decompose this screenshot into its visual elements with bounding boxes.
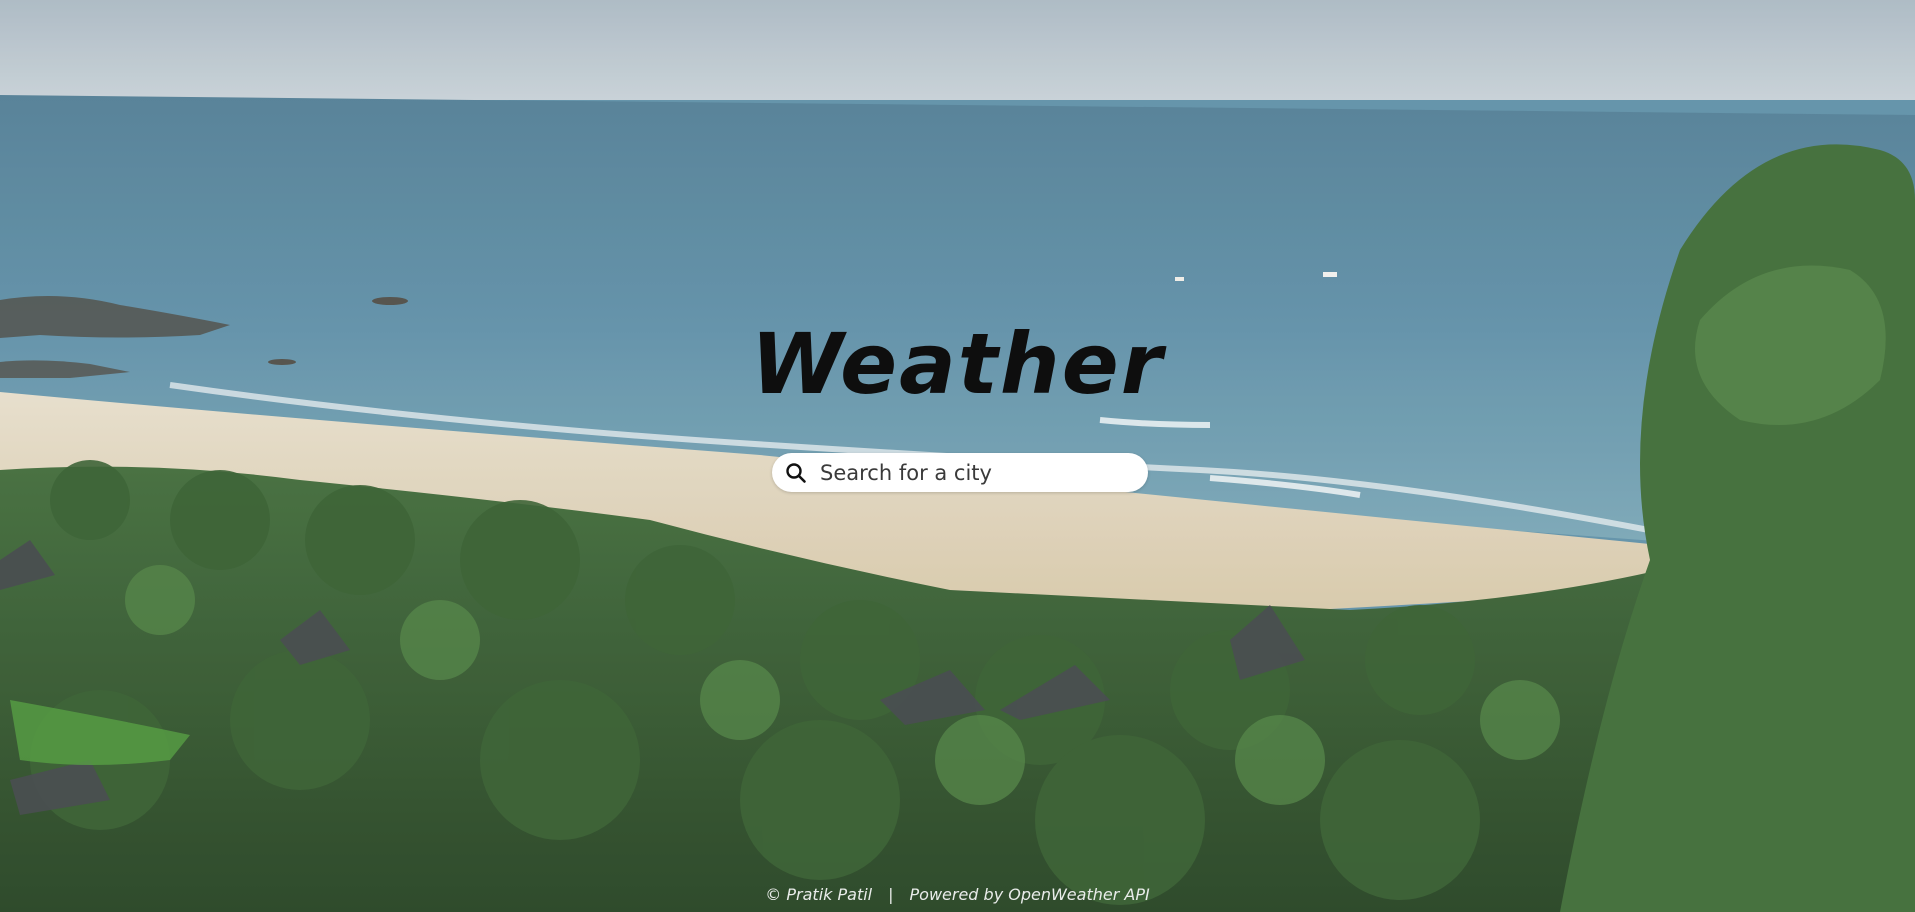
footer-credit: © Pratik Patil	[765, 885, 873, 904]
footer: © Pratik Patil | Powered by OpenWeather AP…	[0, 885, 1915, 904]
search-icon[interactable]	[784, 461, 808, 485]
app-title: Weather	[750, 315, 1165, 413]
search-input[interactable]	[820, 457, 1120, 488]
footer-separator: |	[888, 885, 894, 904]
app-root: Weather © Pratik Patil | Powered by OpenWe…	[0, 0, 1915, 912]
footer-powered-by: Powered by OpenWeather API	[909, 885, 1150, 904]
search-bar[interactable]	[772, 453, 1148, 492]
